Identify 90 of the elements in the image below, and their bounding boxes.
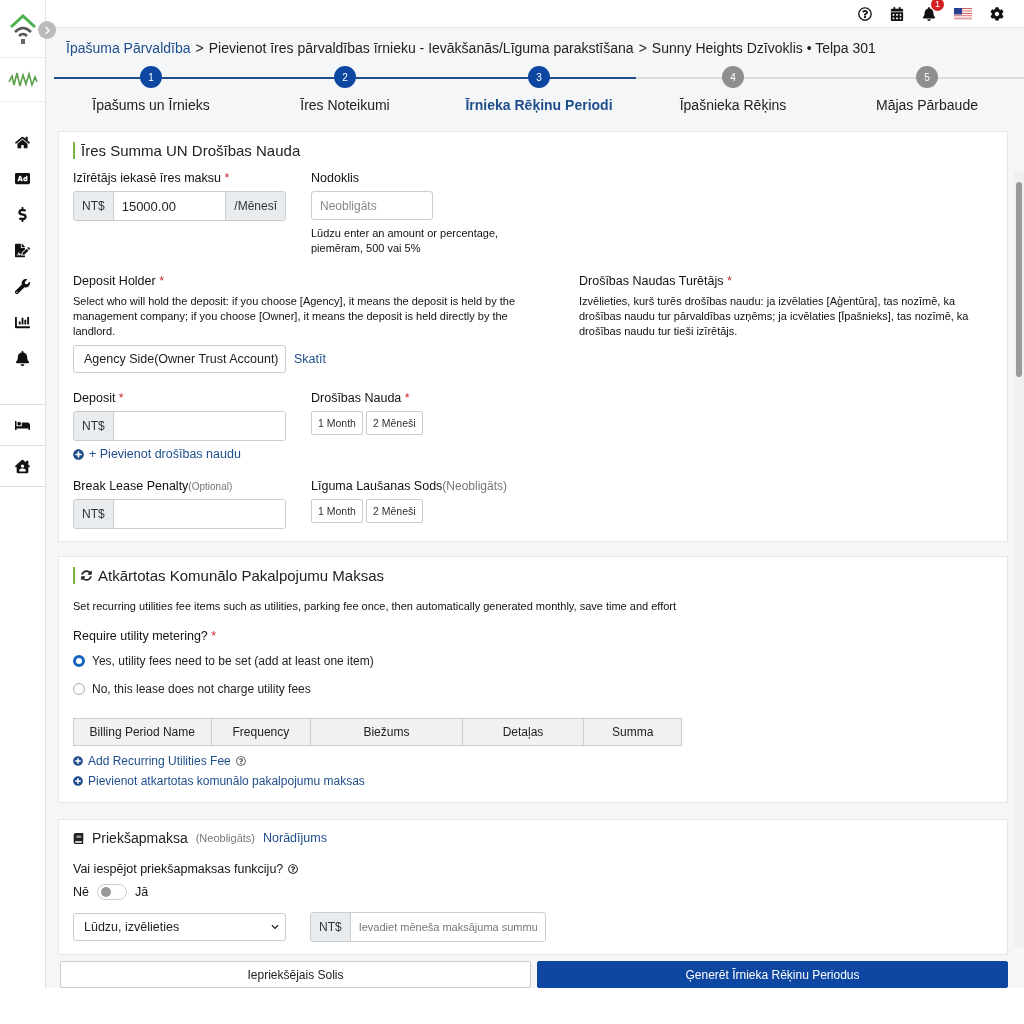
column-header: Billing Period Name <box>74 719 212 745</box>
step-label: Īres Noteikumi <box>300 97 390 113</box>
guide-link[interactable]: Norādījums <box>263 831 327 845</box>
penalty-field[interactable]: NT$ <box>73 499 286 529</box>
step-number: 1 <box>140 66 162 88</box>
step-label: Īpašums un Īrnieks <box>92 97 210 113</box>
help-icon <box>235 756 246 766</box>
step-label: Īrnieka Rēķinu Periodi <box>465 97 613 113</box>
field-label: Deposit * <box>73 391 124 405</box>
tax-input[interactable]: Neobligāts <box>311 191 433 220</box>
section-title: Īres Summa UN Drošības Nauda <box>73 142 993 159</box>
notification-badge: 1 <box>931 0 944 11</box>
step-number: 5 <box>916 66 938 88</box>
breadcrumb-item: Sunny Heights Dzīvoklis • Telpa 301 <box>651 40 876 56</box>
previous-step-button[interactable]: Iepriekšējais Solis <box>60 961 531 988</box>
chevron-right-icon <box>42 25 52 35</box>
period-addon: /Mēnesī <box>225 192 285 220</box>
column-header: Detaļas <box>462 719 585 745</box>
notification-bell-icon[interactable] <box>922 6 936 21</box>
question-label: Require utility metering? * <box>73 629 217 643</box>
help-icon[interactable] <box>288 864 299 874</box>
breadcrumb-item: Pievienot īres pārvaldības īrnieku - Ievākšanās/Līguma parakstīšana <box>208 40 634 56</box>
settings-icon[interactable] <box>990 6 1004 21</box>
month-option[interactable]: 1 Month <box>311 499 363 523</box>
plus-icon <box>73 776 83 786</box>
field-label: Nodoklis <box>311 171 359 185</box>
step-number: 3 <box>528 66 550 88</box>
field-label: Deposit Holder * <box>73 274 165 288</box>
radio-option[interactable]: Yes, utility fees need to be set (add at least one item) <box>73 654 993 668</box>
generate-button[interactable]: Ģenerēt Īrnieka Rēķinu Periodus <box>537 961 1008 988</box>
optional-note: (Neobligāts) <box>195 832 255 844</box>
monthly-amount-field[interactable]: NT$ Ievadiet mēneša maksājuma summu <box>310 912 546 942</box>
month-option[interactable]: 2 Mēneši <box>365 411 423 435</box>
month-option[interactable]: 1 Month <box>311 411 363 435</box>
breadcrumb-separator: > <box>638 40 647 56</box>
field-label: Izīrētājs iekasē īres maksu * <box>73 171 230 185</box>
radio-button[interactable] <box>73 655 85 667</box>
question-label: Vai iespējot priekšapmaksas funkciju? <box>73 862 284 876</box>
add-deposit-link[interactable]: + Pievienot drošības naudu <box>73 447 241 461</box>
step-number: 4 <box>722 66 744 88</box>
refresh-icon <box>81 570 92 581</box>
calendar-icon[interactable] <box>890 6 904 21</box>
wizard-step[interactable]: 1 Īpašums un Īrnieks <box>54 66 248 113</box>
description-text: Set recurring utilities fee items such as utilities, parking fee once, then automatically generated monthly, save time and effort <box>73 600 677 612</box>
wizard-step[interactable]: 3 Īrnieka Rēķinu Periodi <box>442 66 636 113</box>
help-text: Lūdzu enter an amount or percentage, piemēram, 500 vai 5% <box>311 226 500 256</box>
field-label: Drošības Naudas Turētājs * <box>579 274 732 288</box>
rent-field[interactable]: NT$ 15000.00 /Mēnesī <box>73 191 286 221</box>
currency-addon: NT$ <box>311 913 351 941</box>
breadcrumb-link[interactable]: Īpašuma Pārvaldība <box>66 40 191 56</box>
field-label: Drošības Nauda * <box>311 391 410 405</box>
wizard-step[interactable]: 5 Mājas Pārbaude <box>830 66 1024 113</box>
section-title: Atkārtotas Komunālo Pakalpojumu Maksas <box>98 567 384 584</box>
wizard-step[interactable]: 4 Īpašnieka Rēķins <box>636 66 830 113</box>
period-select[interactable]: Lūdzu, izvēlieties <box>73 913 286 941</box>
add-fee-link[interactable]: Add Recurring Utilities Fee <box>73 754 246 768</box>
currency-addon: NT$ <box>74 192 114 220</box>
help-icon[interactable] <box>858 6 872 21</box>
scrollbar[interactable] <box>1014 172 1024 947</box>
section-title: Priekšapmaksa <box>92 830 188 846</box>
column-header: Summa <box>610 724 655 741</box>
currency-addon: NT$ <box>74 500 114 528</box>
radio-option[interactable]: No, this lease does not charge utility fees <box>73 682 993 696</box>
plus-icon <box>73 448 84 460</box>
step-label: Īpašnieka Rēķins <box>679 97 787 113</box>
deposit-field[interactable]: NT$ <box>73 411 286 441</box>
deposit-holder-select[interactable]: Agency Side(Owner Trust Account) <box>73 345 286 373</box>
flag-icon[interactable] <box>954 7 972 20</box>
logo-icon[interactable] <box>7 12 38 45</box>
step-label: Mājas Pārbaude <box>876 97 978 113</box>
step-number: 2 <box>334 66 356 88</box>
field-label: Break Lease Penalty(Optional) <box>73 479 233 493</box>
description-text: Izvēlieties, kurš turēs drošības naudu: ja izvēlaties [Aģentūra], tas nozīmē, ka drošības naudu tur pārvaldības uzņēms; ja icvēlaties [Īpašnieks], tas nozīmē, ka drošības naudu tur tieši izīrētājs. <box>579 294 970 339</box>
wizard-step[interactable]: 2 Īres Noteikumi <box>248 66 442 113</box>
plus-icon <box>73 756 83 766</box>
column-header: Frequency <box>211 719 312 745</box>
breadcrumb-separator: > <box>195 40 204 56</box>
toggle-label: Nē <box>73 885 89 899</box>
toggle-switch[interactable] <box>97 884 127 900</box>
month-option[interactable]: 2 Mēneši <box>365 499 423 523</box>
currency-addon: NT$ <box>74 412 114 440</box>
book-icon <box>73 832 84 844</box>
radio-button[interactable] <box>73 683 85 695</box>
column-header: Biežums <box>311 719 463 745</box>
description-text: Select who will hold the deposit: if you choose [Agency], it means the deposit is held by the management company; if you choose [Owner], it means the deposit is held directly by the landlord. <box>73 294 517 339</box>
chevron-down-icon <box>271 923 279 931</box>
toggle-label: Jā <box>135 885 149 899</box>
add-fee-link[interactable]: Pievienot atkartotas komunālo pakalpojumu maksas <box>73 774 365 788</box>
view-link[interactable]: Skatīt <box>294 352 326 366</box>
field-label: Līguma Laušanas Sods(Neobligāts) <box>311 479 508 493</box>
